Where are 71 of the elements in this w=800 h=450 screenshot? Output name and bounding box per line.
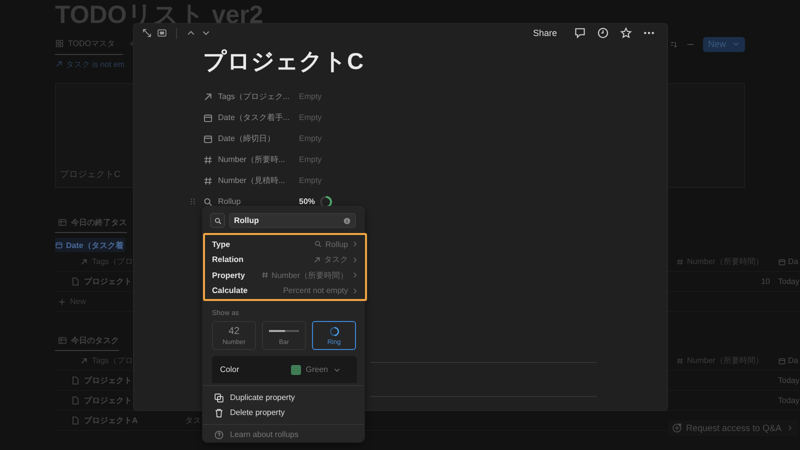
table-cell: Today [778,277,800,286]
page-icon [71,376,80,385]
hash-icon [203,176,213,186]
search-icon [203,196,213,206]
property-name[interactable]: Number（見積時... [203,175,299,186]
help-link[interactable]: Learn about rollups [203,427,364,442]
hash-icon [676,356,684,364]
property-value[interactable]: Empty [299,92,322,101]
property-value[interactable]: Empty [299,176,322,185]
column-header[interactable]: Da [788,257,798,266]
setting-row[interactable]: Calculate Percent not empty [212,282,359,298]
ring-icon [328,326,340,337]
star-icon[interactable] [620,27,632,39]
column-header[interactable]: Da [788,356,798,365]
property-value[interactable]: Empty [299,113,322,122]
property-value[interactable]: Empty [299,155,322,164]
clock-icon[interactable] [597,27,609,39]
search-icon [314,240,322,248]
page-icon [71,396,80,405]
arrow-icon [80,356,88,364]
calendar-icon [778,258,786,266]
drag-handle-icon[interactable] [189,197,197,206]
calendar-icon [203,134,213,144]
page-title: プロジェクトC [203,47,365,76]
arrow-icon [313,256,321,264]
table-cell: Today [778,376,800,385]
property-name[interactable]: Tags（プロジェク... [203,91,299,102]
filter-chip[interactable]: タスク is not em [55,57,125,71]
setting-row[interactable]: Type Rollup [212,236,359,252]
arrow-icon [55,60,63,68]
arrow-icon [203,92,213,102]
caret-icon [732,40,740,48]
property-name[interactable]: Date（締切日） [203,133,299,144]
view-tab[interactable]: TODOマスタ [55,34,123,54]
property-value[interactable]: Empty [299,134,322,143]
share-button[interactable]: Share [532,28,557,38]
trash-icon [214,408,224,418]
plus-circle-icon [672,423,682,433]
setting-row[interactable]: Relation タスク [212,252,359,268]
table-icon [58,336,67,345]
property-name[interactable]: Date（タスク着手... [203,112,299,123]
calendar-icon [778,356,786,364]
side-peek-icon[interactable] [157,28,167,38]
grid-icon [55,39,64,48]
table-cell: Today [778,396,800,405]
setting-row[interactable]: Property Number（所要時間） [212,267,359,283]
comment-icon[interactable] [574,27,586,39]
hash-icon [203,154,213,164]
name-field[interactable]: Rollup [229,213,356,228]
property-value: 50% [299,197,316,206]
page-icon [71,416,80,425]
info-icon [343,216,351,225]
expand-icon[interactable] [142,28,152,38]
property-name[interactable]: Number（所要時... [203,154,299,165]
menu-item[interactable]: Duplicate property [203,390,364,405]
color-setting[interactable]: Color Green [212,356,357,383]
calendar-icon [55,241,63,249]
table-cell: 10 [761,277,770,286]
menu-item[interactable]: Delete property [203,405,364,420]
copy-icon [214,392,224,402]
help-icon [214,430,224,440]
search-icon [214,216,222,225]
icon-picker-button[interactable] [210,213,225,228]
calendar-icon [203,112,213,122]
property-name[interactable]: Rollup [203,196,299,206]
hash-icon [676,258,684,266]
table-icon [58,218,67,227]
hash-icon [260,271,269,280]
page-icon [71,277,80,286]
group-label[interactable]: Date（タスク着 [55,238,126,252]
arrow-icon [80,258,88,266]
